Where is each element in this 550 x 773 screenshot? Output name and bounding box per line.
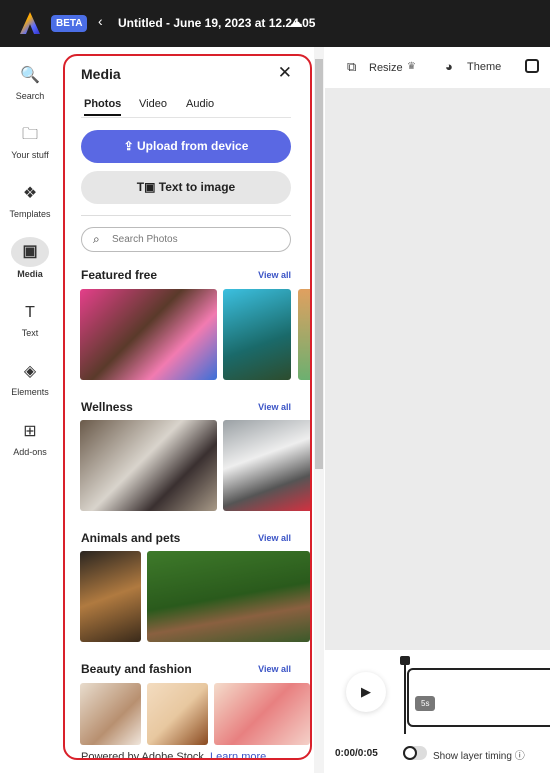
clip-duration: 5s	[415, 696, 436, 711]
resize-button[interactable]: Resize	[369, 62, 403, 74]
photo-thumbnail[interactable]	[223, 289, 291, 380]
rail-item-media[interactable]: ▣ Media	[0, 237, 60, 279]
upload-from-device-button[interactable]: ⇪ Upload from device	[81, 130, 291, 163]
photo-thumbnail[interactable]	[214, 683, 310, 745]
search-placeholder: Search Photos	[112, 234, 178, 245]
media-icon: ▣	[11, 237, 49, 267]
label-text: Show layer timing	[433, 751, 512, 762]
divider	[81, 215, 291, 216]
search-icon: ⌕	[93, 232, 100, 246]
top-bar: BETA ‹ Untitled - June 19, 2023 at 12.24…	[0, 0, 550, 47]
rail-item-templates[interactable]: ❖ Templates	[0, 183, 60, 219]
rail-label: Search	[15, 91, 45, 101]
tab-audio[interactable]: Audio	[186, 98, 214, 110]
theme-icon: ◕	[445, 59, 453, 74]
left-rail: 🔍 Search 🗀 Your stuff ❖ Templates ▣ Media TT…	[0, 47, 60, 773]
document-title[interactable]: Untitled - June 19, 2023 at 12.24.05	[118, 16, 315, 30]
photo-thumbnail[interactable]	[223, 420, 310, 511]
rail-label: Your stuff	[11, 150, 49, 160]
button-label: Text to image	[158, 180, 236, 194]
view-all-link[interactable]: View all	[258, 664, 291, 674]
resize-icon: ⧉	[347, 59, 357, 74]
rail-item-text[interactable]: T Text	[0, 302, 60, 338]
button-label: Upload from device	[137, 139, 249, 153]
photo-thumbnail[interactable]	[80, 683, 141, 745]
rail-label: Text	[21, 328, 39, 338]
cloud-sync-icon[interactable]: ☁	[288, 13, 303, 31]
rail-item-add-ons[interactable]: ⊞ Add-ons	[0, 421, 60, 457]
panel-scrollbar[interactable]	[314, 47, 324, 773]
templates-icon: ❖	[22, 185, 38, 202]
media-panel: Media ✕ Photos Video Audio ⇪ Upload from…	[63, 54, 312, 760]
play-icon: ▶	[361, 684, 371, 699]
adobe-express-logo[interactable]	[20, 12, 40, 34]
photo-thumbnail[interactable]	[147, 683, 208, 745]
search-icon: 🔍	[20, 67, 40, 84]
time-readout: 0:00/0:05	[335, 748, 378, 759]
section-title: Featured free	[81, 268, 158, 282]
tab-photos[interactable]: Photos	[84, 98, 122, 116]
premium-crown-icon: ♛	[407, 61, 416, 72]
play-button[interactable]: ▶	[346, 672, 386, 712]
folder-icon: 🗀	[21, 126, 38, 143]
canvas-toolbar: ⧉ Resize ♛ ◕ Theme	[325, 47, 550, 88]
powered-by-footer: Powered by Adobe Stock. Learn more	[81, 751, 266, 760]
learn-more-link[interactable]: Learn more	[210, 751, 266, 758]
photo-thumbnail[interactable]	[147, 551, 310, 642]
rail-label: Add-ons	[13, 447, 47, 457]
photo-thumbnail[interactable]	[80, 551, 141, 642]
rail-label: Elements	[11, 387, 49, 397]
back-chevron-icon[interactable]: ‹	[98, 13, 103, 29]
close-icon[interactable]: ✕	[278, 63, 292, 83]
timeline-clip[interactable]: 5s	[407, 668, 550, 727]
view-all-link[interactable]: View all	[258, 402, 291, 412]
show-layer-timing-label: Show layer timing ⓘ	[433, 747, 525, 762]
scrollbar-thumb[interactable]	[315, 59, 323, 469]
tab-video[interactable]: Video	[139, 98, 167, 110]
beta-badge: BETA	[51, 15, 88, 32]
media-tabs: Photos Video Audio	[81, 96, 291, 118]
view-all-link[interactable]: View all	[258, 270, 291, 280]
show-layer-timing-toggle[interactable]	[403, 746, 427, 760]
view-all-link[interactable]: View all	[258, 533, 291, 543]
section-title: Beauty and fashion	[81, 662, 192, 676]
canvas-area[interactable]	[325, 88, 550, 650]
panel-title: Media	[81, 66, 121, 82]
rail-item-elements[interactable]: ◈ Elements	[0, 361, 60, 397]
rail-item-your-stuff[interactable]: 🗀 Your stuff	[0, 124, 60, 160]
section-title: Wellness	[81, 400, 133, 414]
footer-text: Powered by Adobe Stock.	[81, 751, 207, 760]
photo-thumbnail[interactable]	[80, 420, 217, 511]
playhead[interactable]	[400, 656, 410, 734]
upload-cloud-icon: ⇪	[123, 139, 138, 153]
text-icon: T	[25, 304, 35, 321]
background-icon[interactable]	[525, 59, 539, 73]
info-icon[interactable]: ⓘ	[515, 751, 525, 762]
elements-icon: ◈	[23, 363, 37, 380]
search-photos-input[interactable]: ⌕ Search Photos	[81, 227, 291, 252]
rail-label: Templates	[9, 209, 51, 219]
rail-item-search[interactable]: 🔍 Search	[0, 65, 60, 101]
text-to-image-button[interactable]: T▣ Text to image	[81, 171, 291, 204]
timeline: ▶ 5s 0:00/0:05 Show layer timing ⓘ	[325, 650, 550, 773]
section-title: Animals and pets	[81, 531, 181, 545]
photo-thumbnail[interactable]	[80, 289, 217, 380]
rail-label: Media	[17, 269, 43, 279]
photo-thumbnail[interactable]	[298, 289, 310, 380]
theme-button[interactable]: Theme	[467, 61, 501, 73]
text-to-image-icon: T▣	[136, 180, 159, 194]
add-ons-icon: ⊞	[23, 423, 37, 440]
